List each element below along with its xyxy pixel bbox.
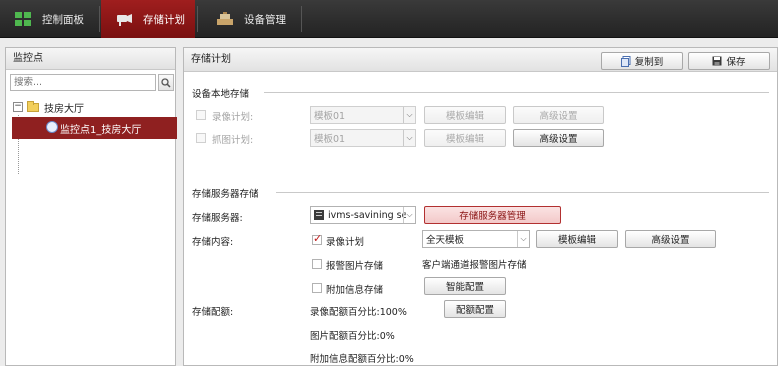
server-record-plan-label: 录像计划 xyxy=(326,237,365,248)
button-label: 存储服务器管理 xyxy=(459,211,526,222)
record-template-value: 模板01 xyxy=(314,111,346,122)
capture-template-select[interactable]: 模板01 ⌵ xyxy=(310,129,416,147)
tab-control-panel[interactable]: 控制面板 xyxy=(0,0,97,38)
button-label: 模板编辑 xyxy=(445,134,484,145)
server-record-plan-checkbox[interactable] xyxy=(312,232,322,245)
grid-icon xyxy=(14,11,32,27)
save-icon xyxy=(712,56,722,66)
extra-info-checkbox[interactable] xyxy=(312,283,322,293)
tree-node-label: 监控点1_技房大厅 xyxy=(60,124,142,136)
copy-to-button[interactable]: 复制到 xyxy=(601,52,683,70)
tab-label: 设备管理 xyxy=(244,13,286,26)
button-label: 高级设置 xyxy=(539,134,578,145)
alarm-picture-label: 报警图片存储 xyxy=(326,261,384,272)
search-bar xyxy=(10,74,174,91)
picture-quota-text: 图片配额百分比:0% xyxy=(310,331,395,342)
record-plan-checkbox[interactable] xyxy=(196,110,206,120)
section-divider xyxy=(276,192,769,193)
panel-title: 监控点 xyxy=(6,48,175,70)
section-divider xyxy=(264,92,769,93)
save-label: 保存 xyxy=(726,57,746,68)
camera-icon xyxy=(46,121,58,133)
collapse-icon[interactable]: − xyxy=(13,102,23,112)
tab-label: 存储计划 xyxy=(143,13,185,26)
chevron-down-icon: ⌵ xyxy=(517,231,529,247)
device-manage-icon xyxy=(216,11,234,27)
storage-server-label: 存储服务器: xyxy=(192,213,243,224)
server-record-template-select[interactable]: 全天模板 ⌵ xyxy=(422,230,530,248)
tab-storage-plan[interactable]: 存储计划 xyxy=(101,0,195,38)
storage-server-manage-button[interactable]: 存储服务器管理 xyxy=(424,206,561,224)
storage-quota-label: 存储配额: xyxy=(192,307,234,318)
tab-label: 控制面板 xyxy=(42,13,84,26)
chevron-down-icon: ⌵ xyxy=(403,107,415,123)
extra-info-label: 附加信息存储 xyxy=(326,285,384,296)
tab-device-management[interactable]: 设备管理 xyxy=(199,0,299,38)
tree-node-root[interactable]: − 技房大厅 xyxy=(13,100,84,115)
server-template-edit-button[interactable]: 模板编辑 xyxy=(536,230,618,248)
copy-to-label: 复制到 xyxy=(634,57,664,68)
record-template-select[interactable]: 模板01 ⌵ xyxy=(310,106,416,124)
storage-content-label: 存储内容: xyxy=(192,237,234,248)
server-icon xyxy=(314,210,324,220)
storage-server-select[interactable]: ivms-savining sen ⌵ xyxy=(310,206,416,224)
button-label: 高级设置 xyxy=(539,111,578,122)
button-label: 智能配置 xyxy=(445,282,484,293)
smart-config-button[interactable]: 智能配置 xyxy=(424,277,506,295)
alarm-picture-note: 客户端通道报警图片存储 xyxy=(422,260,527,271)
section-local-storage-title: 设备本地存储 xyxy=(192,89,250,100)
tab-divider xyxy=(301,6,302,32)
button-label: 模板编辑 xyxy=(445,111,484,122)
quota-config-button[interactable]: 配额配置 xyxy=(444,300,506,318)
storage-plan-panel: 存储计划 复制到 保存 设备本地存储 录像计划: 模板01 ⌵ 模板编辑 高级设… xyxy=(183,47,778,366)
chevron-down-icon: ⌵ xyxy=(403,207,415,223)
record-plan-label: 录像计划: xyxy=(212,112,254,123)
capture-template-edit-button[interactable]: 模板编辑 xyxy=(424,129,506,147)
button-label: 高级设置 xyxy=(651,235,690,246)
tab-divider xyxy=(99,6,100,32)
server-record-template-value: 全天模板 xyxy=(426,235,465,246)
button-label: 配额配置 xyxy=(455,305,494,316)
capture-plan-label: 抓图计划: xyxy=(212,135,254,146)
capture-advanced-button[interactable]: 高级设置 xyxy=(513,129,604,147)
top-nav-bar: 控制面板 存储计划 设备管理 xyxy=(0,0,778,38)
record-quota-text: 录像配额百分比:100% xyxy=(310,307,407,318)
server-advanced-button[interactable]: 高级设置 xyxy=(625,230,716,248)
capture-plan-checkbox[interactable] xyxy=(196,133,206,143)
search-input[interactable] xyxy=(10,74,156,91)
tab-divider xyxy=(197,6,198,32)
search-button[interactable] xyxy=(158,74,174,91)
tree-node-label: 技房大厅 xyxy=(44,103,84,115)
capture-template-value: 模板01 xyxy=(314,134,346,145)
save-button[interactable]: 保存 xyxy=(688,52,770,70)
tree-node-monitor-point[interactable]: 监控点1_技房大厅 xyxy=(12,117,177,139)
camera-storage-icon xyxy=(115,11,133,27)
storage-server-value: ivms-savining sen xyxy=(328,209,406,221)
copy-icon xyxy=(620,55,631,67)
alarm-picture-checkbox[interactable] xyxy=(312,259,322,269)
record-template-edit-button[interactable]: 模板编辑 xyxy=(424,106,506,124)
record-advanced-button[interactable]: 高级设置 xyxy=(513,106,604,124)
button-label: 模板编辑 xyxy=(557,235,596,246)
folder-icon xyxy=(27,100,39,112)
search-icon xyxy=(161,77,171,88)
monitor-point-panel: 监控点 − 技房大厅 监控点1_技房大厅 xyxy=(5,47,177,366)
extra-info-quota-text: 附加信息配额百分比:0% xyxy=(310,354,414,365)
chevron-down-icon: ⌵ xyxy=(403,130,415,146)
section-server-storage-title: 存储服务器存储 xyxy=(192,189,259,200)
